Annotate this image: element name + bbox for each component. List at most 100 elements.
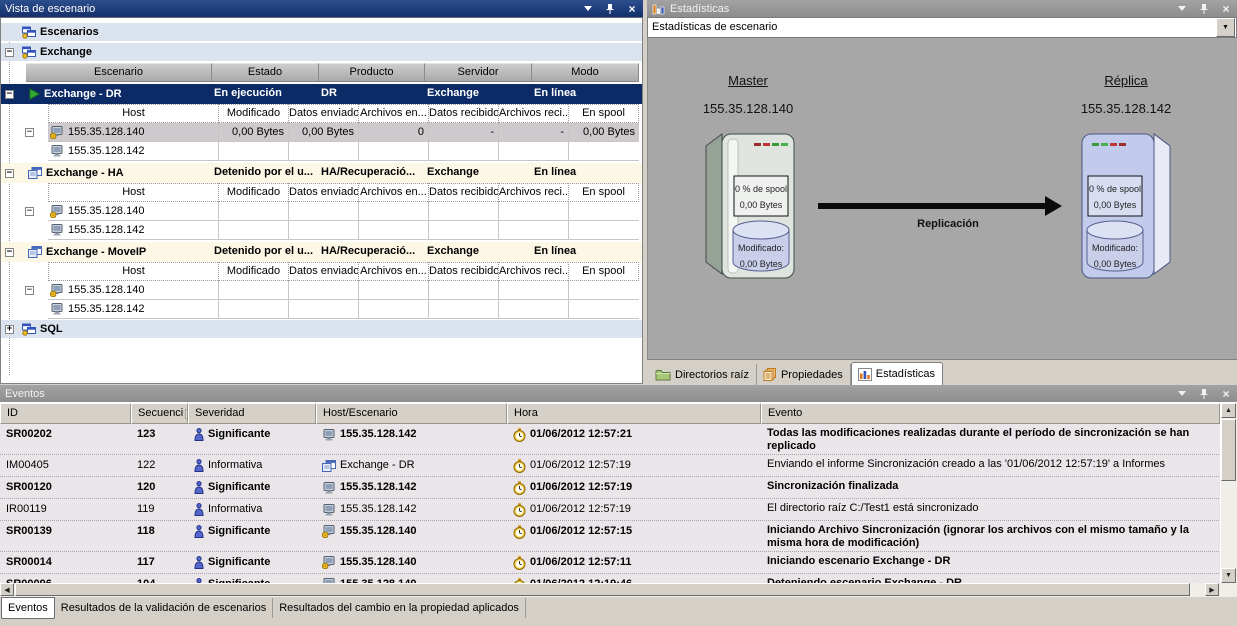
host-column-header[interactable]: Host bbox=[48, 183, 218, 202]
column-header-escenario[interactable]: Escenario bbox=[26, 63, 212, 82]
host-column-header[interactable]: Datos recibidos bbox=[428, 104, 498, 123]
bottom-tab-resultados-de-la-validación-de-escenario[interactable]: Resultados de la validación de escenario… bbox=[55, 598, 273, 618]
scenario-cell-servidor: Exchange bbox=[425, 163, 532, 183]
event-column-header-id[interactable]: ID bbox=[0, 403, 131, 424]
host-row[interactable]: −155.35.128.140 bbox=[1, 281, 642, 300]
event-column-header-hora[interactable]: Hora bbox=[507, 403, 761, 424]
host-cell-value bbox=[218, 202, 288, 221]
tree-group-exchange[interactable]: −Exchange bbox=[1, 43, 642, 61]
host-column-header[interactable]: Host bbox=[48, 262, 218, 281]
event-row[interactable]: SR00139118Significante155.35.128.14001/0… bbox=[0, 521, 1237, 552]
tab-estadísticas[interactable]: Estadísticas bbox=[851, 362, 943, 385]
host-column-header[interactable]: Archivos en... bbox=[358, 183, 428, 202]
host-row[interactable]: −155.35.128.1400,00 Bytes0,00 Bytes0--0,… bbox=[1, 123, 642, 142]
events-vertical-scrollbar[interactable]: ▲ ▼ bbox=[1220, 403, 1237, 583]
bottom-tab-resultados-del-cambio-en-la-propiedad-ap[interactable]: Resultados del cambio en la propiedad ap… bbox=[273, 598, 526, 618]
host-column-header[interactable]: Datos enviados bbox=[288, 262, 358, 281]
event-column-header-host-escenario[interactable]: Host/Escenario bbox=[316, 403, 507, 424]
scrollbar-thumb[interactable] bbox=[1221, 419, 1236, 481]
bottom-tab-eventos[interactable]: Eventos bbox=[1, 597, 55, 619]
event-row[interactable]: IM00405122InformativaExchange - DR01/06/… bbox=[0, 455, 1237, 477]
scrollbar-thumb[interactable] bbox=[15, 583, 1190, 596]
event-cell-sequence: 119 bbox=[131, 499, 188, 520]
event-row[interactable]: IR00119119Informativa155.35.128.14201/06… bbox=[0, 499, 1237, 521]
host-label: 155.35.128.140 bbox=[340, 553, 416, 572]
tree-expander[interactable]: − bbox=[25, 128, 34, 137]
scenario-row[interactable]: −Exchange - DREn ejecuciónDRExchangeEn l… bbox=[1, 84, 642, 104]
host-column-header[interactable]: Archivos reci... bbox=[498, 104, 568, 123]
tree-expander[interactable]: + bbox=[5, 325, 14, 334]
host-row[interactable]: 155.35.128.142 bbox=[1, 221, 642, 240]
host-column-header[interactable]: Datos recibidos bbox=[428, 262, 498, 281]
close-icon[interactable]: × bbox=[626, 3, 638, 15]
tree-expander[interactable]: − bbox=[5, 248, 14, 257]
host-column-header[interactable]: Host bbox=[48, 104, 218, 123]
host-cell-value: - bbox=[428, 123, 498, 142]
close-icon[interactable]: × bbox=[1220, 388, 1232, 400]
event-cell-id: IR00119 bbox=[0, 499, 131, 520]
scenario-table-header: EscenarioEstadoProductoServidorModo bbox=[26, 63, 642, 82]
tree-expander[interactable]: − bbox=[5, 90, 14, 99]
host-column-header[interactable]: Datos recibidos bbox=[428, 183, 498, 202]
statistics-titlebar: Estadísticas × bbox=[647, 0, 1237, 17]
tab-directorios-raíz[interactable]: Directorios raíz bbox=[649, 364, 757, 385]
host-row[interactable]: −155.35.128.140 bbox=[1, 202, 642, 221]
event-row[interactable]: SR00014117Significante155.35.128.14001/0… bbox=[0, 552, 1237, 574]
tab-propiedades[interactable]: Propiedades bbox=[757, 364, 851, 385]
column-header-modo[interactable]: Modo bbox=[532, 63, 639, 82]
close-icon[interactable]: × bbox=[1220, 3, 1232, 15]
host-column-header[interactable]: En spool bbox=[568, 104, 639, 123]
tree-group-sql[interactable]: + SQL bbox=[1, 320, 642, 338]
events-horizontal-scrollbar[interactable]: ◀ ▶ bbox=[0, 583, 1237, 597]
statistics-type-combobox[interactable]: Estadísticas de escenario ▼ bbox=[647, 17, 1237, 38]
host-column-header[interactable]: Archivos en... bbox=[358, 262, 428, 281]
chevron-down-icon[interactable] bbox=[1176, 3, 1188, 15]
host-row[interactable]: 155.35.128.142 bbox=[1, 142, 642, 161]
chevron-down-icon[interactable] bbox=[1176, 388, 1188, 400]
pin-icon[interactable] bbox=[1198, 388, 1210, 400]
host-row[interactable]: 155.35.128.142 bbox=[1, 300, 642, 319]
scroll-up-button[interactable]: ▲ bbox=[1221, 403, 1236, 418]
host-column-header[interactable]: Archivos en... bbox=[358, 104, 428, 123]
event-cell-severity: Significante bbox=[188, 477, 316, 498]
host-column-header[interactable]: En spool bbox=[568, 262, 639, 281]
pin-icon[interactable] bbox=[604, 3, 616, 15]
tree-expander[interactable]: − bbox=[25, 286, 34, 295]
scroll-right-button[interactable]: ▶ bbox=[1205, 583, 1219, 596]
host-cell-value: 0,00 Bytes bbox=[568, 123, 639, 142]
host-column-header[interactable]: En spool bbox=[568, 183, 639, 202]
tree-expander[interactable]: − bbox=[5, 169, 14, 178]
tree-rail: − bbox=[1, 48, 18, 57]
scroll-left-button[interactable]: ◀ bbox=[0, 583, 14, 596]
host-column-header[interactable]: Modificado bbox=[218, 262, 288, 281]
scroll-down-button[interactable]: ▼ bbox=[1221, 568, 1236, 583]
group-label: SQL bbox=[40, 323, 63, 335]
column-header-producto[interactable]: Producto bbox=[319, 63, 425, 82]
pin-icon[interactable] bbox=[1198, 3, 1210, 15]
event-column-header-severidad[interactable]: Severidad bbox=[188, 403, 316, 424]
event-column-header-secuenci[interactable]: Secuenci▽ bbox=[131, 403, 188, 424]
host-column-header[interactable]: Datos enviados bbox=[288, 183, 358, 202]
tree-expander[interactable]: − bbox=[5, 48, 14, 57]
scenario-row[interactable]: −Exchange - HADetenido por el u...HA/Rec… bbox=[1, 163, 642, 183]
combobox-dropdown-button[interactable]: ▼ bbox=[1216, 18, 1235, 37]
scenario-cell-servidor: Exchange bbox=[425, 242, 532, 262]
host-column-header[interactable]: Archivos reci... bbox=[498, 262, 568, 281]
scenario-row[interactable]: −Exchange - MoveIPDetenido por el u...HA… bbox=[1, 242, 642, 262]
column-header-servidor[interactable]: Servidor bbox=[425, 63, 532, 82]
event-row[interactable]: SR00202123Significante155.35.128.14201/0… bbox=[0, 424, 1237, 455]
event-row[interactable]: SR00120120Significante155.35.128.14201/0… bbox=[0, 477, 1237, 499]
host-column-header[interactable]: Modificado bbox=[218, 104, 288, 123]
host-cell-value: 0 bbox=[358, 123, 428, 142]
column-header-estado[interactable]: Estado bbox=[212, 63, 319, 82]
chevron-down-icon[interactable] bbox=[582, 3, 594, 15]
server-icon bbox=[322, 525, 336, 538]
host-column-header[interactable]: Archivos reci... bbox=[498, 183, 568, 202]
event-row[interactable]: SR00096104Significante155.35.128.14001/0… bbox=[0, 574, 1237, 583]
host-ip: 155.35.128.140 bbox=[68, 123, 144, 141]
event-column-header-evento[interactable]: Evento bbox=[761, 403, 1220, 424]
host-column-header[interactable]: Modificado bbox=[218, 183, 288, 202]
tree-root-escenarios[interactable]: Escenarios bbox=[1, 23, 642, 41]
tree-expander[interactable]: − bbox=[25, 207, 34, 216]
host-column-header[interactable]: Datos enviados bbox=[288, 104, 358, 123]
